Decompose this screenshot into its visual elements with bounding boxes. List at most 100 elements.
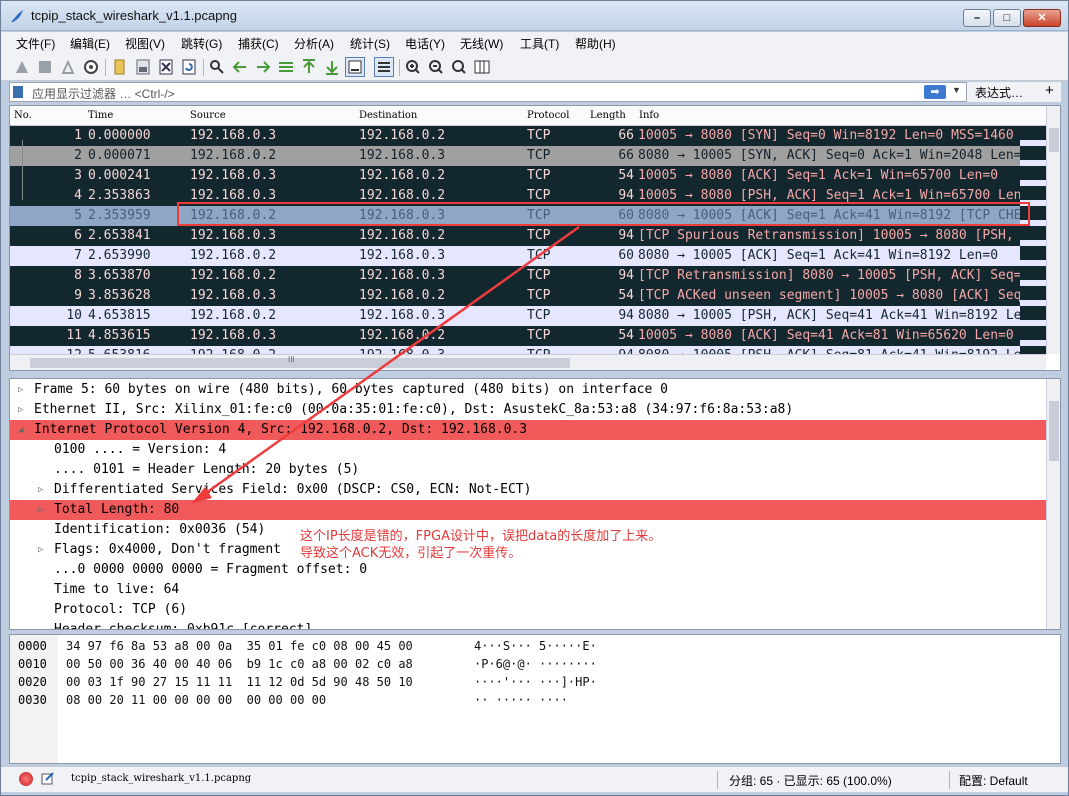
packet-cell-time: 2.353959 [88,208,151,223]
add-filter-button[interactable]: + [1045,82,1054,99]
minimize-button[interactable]: – [963,9,991,27]
capture-options-icon[interactable] [82,58,100,76]
packet-row[interactable]: 2 0.000071 192.168.0.2 192.168.0.3 TCP 66 8080… [10,146,1020,166]
open-file-icon[interactable] [111,58,129,76]
packet-list-pane[interactable]: No. Time Source Destination Protocol Len… [9,105,1061,371]
detail-tree-item[interactable]: ▷ Total Length: 80 [10,500,1046,520]
byte-hex[interactable]: 00 03 1f 90 27 15 11 11 11 12 0d 5d 90 4… [66,673,413,691]
menu-go[interactable]: 跳转(G) [181,35,222,52]
packet-row[interactable]: 10 4.653815 192.168.0.2 192.168.0.3 TCP 94 808… [10,306,1020,326]
find-packet-icon[interactable] [208,58,226,76]
menu-tools[interactable]: 工具(T) [520,35,559,52]
detail-tree-item[interactable]: ▷ Frame 5: 60 bytes on wire (480 bits), 6… [10,380,1046,400]
column-info[interactable]: Info [639,110,659,121]
expression-button[interactable]: 表达式… [975,84,1023,101]
byte-hex[interactable]: 08 00 20 11 00 00 00 00 00 00 00 00 [66,691,326,709]
detail-tree-item[interactable]: Header checksum: 0xb91c [correct] [10,620,1046,630]
expand-arrow-icon[interactable]: ▷ [38,480,43,500]
display-filter-input[interactable]: 应用显示过滤器 … <Ctrl-/> ➡ ▼ [9,82,967,102]
packet-cell-info: [TCP Spurious Retransmission] 10005 → 80… [638,228,1020,243]
byte-hex[interactable]: 34 97 f6 8a 53 a8 00 0a 35 01 fe c0 08 0… [66,637,413,655]
column-no[interactable]: No. [14,110,32,121]
menu-view[interactable]: 视图(V) [125,35,165,52]
column-time[interactable]: Time [88,110,113,121]
column-protocol[interactable]: Protocol [527,110,569,121]
byte-ascii[interactable]: ·P·6@·@· ········ [474,655,597,673]
detail-tree-item[interactable]: ▷ Differentiated Services Field: 0x00 (DS… [10,480,1046,500]
details-vscroll[interactable] [1046,379,1060,629]
expand-arrow-icon[interactable]: ▷ [38,500,43,520]
apply-filter-button[interactable]: ➡ [924,85,946,99]
expand-arrow-icon[interactable]: ▷ [18,380,23,400]
expert-info-icon[interactable] [19,772,33,786]
detail-tree-item[interactable]: ...0 0000 0000 0000 = Fragment offset: 0 [10,560,1046,580]
byte-ascii[interactable]: ·· ····· ···· [474,691,568,709]
normal-size-icon[interactable] [450,58,468,76]
menu-capture[interactable]: 捕获(C) [238,35,279,52]
packet-row[interactable]: 9 3.853628 192.168.0.3 192.168.0.2 TCP 54 [TCP… [10,286,1020,306]
packet-row[interactable]: 11 4.853615 192.168.0.3 192.168.0.2 TCP 54 100… [10,326,1020,346]
resize-columns-icon[interactable] [473,58,491,76]
packet-cell-proto: TCP [527,328,551,343]
save-file-icon[interactable] [134,58,152,76]
byte-ascii[interactable]: ····'··· ···]·HP· [474,673,597,691]
go-back-icon[interactable] [231,58,249,76]
detail-tree-item[interactable]: Time to live: 64 [10,580,1046,600]
menu-statistics[interactable]: 统计(S) [350,35,390,52]
menu-analyze[interactable]: 分析(A) [294,35,334,52]
packet-row[interactable]: 12 5.653816 192.168.0.2 192.168.0.3 TCP 94 808… [10,346,1020,354]
packet-row[interactable]: 1 0.000000 192.168.0.3 192.168.0.2 TCP 66 1000… [10,126,1020,146]
packet-bytes-pane[interactable]: 0000 34 97 f6 8a 53 a8 00 0a 35 01 fe c0 … [9,634,1061,764]
menu-file[interactable]: 文件(F) [16,35,55,52]
packet-list-hscroll[interactable]: III [10,354,1046,370]
start-capture-icon[interactable] [13,58,31,76]
auto-scroll-icon[interactable] [345,57,365,77]
detail-tree-item[interactable]: 0100 .... = Version: 4 [10,440,1046,460]
packet-row[interactable]: 3 0.000241 192.168.0.3 192.168.0.2 TCP 54 1000… [10,166,1020,186]
packet-cell-proto: TCP [527,346,550,354]
menu-wireless[interactable]: 无线(W) [460,35,503,52]
collapse-arrow-icon[interactable]: ◢ [18,420,23,440]
detail-text: 0100 .... = Version: 4 [54,442,227,457]
restart-capture-icon[interactable] [59,58,77,76]
detail-text: Header checksum: 0xb91c [correct] [54,622,313,630]
stop-capture-icon[interactable] [36,58,54,76]
detail-tree-item[interactable]: .... 0101 = Header Length: 20 bytes (5) [10,460,1046,480]
expand-arrow-icon[interactable]: ▷ [38,540,43,560]
column-source[interactable]: Source [190,110,226,121]
capture-comment-icon[interactable] [41,771,55,785]
first-packet-icon[interactable] [300,58,318,76]
go-to-packet-icon[interactable] [277,58,295,76]
menu-telephony[interactable]: 电话(Y) [405,35,445,52]
byte-ascii[interactable]: 4···S··· 5·····E· [474,637,597,655]
status-profile[interactable]: 配置: Default [959,772,1028,789]
packet-row[interactable]: 7 2.653990 192.168.0.2 192.168.0.3 TCP 60 8080… [10,246,1020,266]
menu-edit[interactable]: 编辑(E) [70,35,110,52]
annotation-line-2: 导致这个ACK无效，引起了一次重传。 [300,546,522,561]
detail-tree-item[interactable]: ▷ Ethernet II, Src: Xilinx_01:fe:c0 (00:0… [10,400,1046,420]
packet-minimap[interactable] [1020,126,1046,354]
expand-arrow-icon[interactable]: ▷ [18,400,23,420]
close-button[interactable]: ✕ [1023,9,1061,27]
maximize-button[interactable]: □ [993,9,1021,27]
detail-tree-item[interactable]: ◢ Internet Protocol Version 4, Src: 192.1… [10,420,1046,440]
column-length[interactable]: Length [590,110,626,121]
last-packet-icon[interactable] [323,58,341,76]
zoom-in-icon[interactable] [404,58,422,76]
filter-history-dropdown[interactable]: ▼ [952,85,961,95]
byte-hex[interactable]: 00 50 00 36 40 00 40 06 b9 1c c0 a8 00 0… [66,655,413,673]
zoom-out-icon[interactable] [427,58,445,76]
menu-help[interactable]: 帮助(H) [575,35,616,52]
colorize-icon[interactable] [374,57,394,77]
reload-file-icon[interactable] [180,58,198,76]
packet-row[interactable]: 6 2.653841 192.168.0.3 192.168.0.2 TCP 94 [TCP… [10,226,1020,246]
packet-row[interactable]: 8 3.653870 192.168.0.2 192.168.0.3 TCP 94 [TCP… [10,266,1020,286]
packet-details-pane[interactable]: ▷ Frame 5: 60 bytes on wire (480 bits), 6… [9,378,1061,630]
packet-cell-src: 192.168.0.3 [190,228,277,243]
column-destination[interactable]: Destination [359,110,417,121]
go-forward-icon[interactable] [254,58,272,76]
close-file-icon[interactable] [157,58,175,76]
packet-list-vscroll[interactable] [1046,106,1060,354]
detail-tree-item[interactable]: Protocol: TCP (6) [10,600,1046,620]
filter-bookmark-icon[interactable] [13,86,23,98]
